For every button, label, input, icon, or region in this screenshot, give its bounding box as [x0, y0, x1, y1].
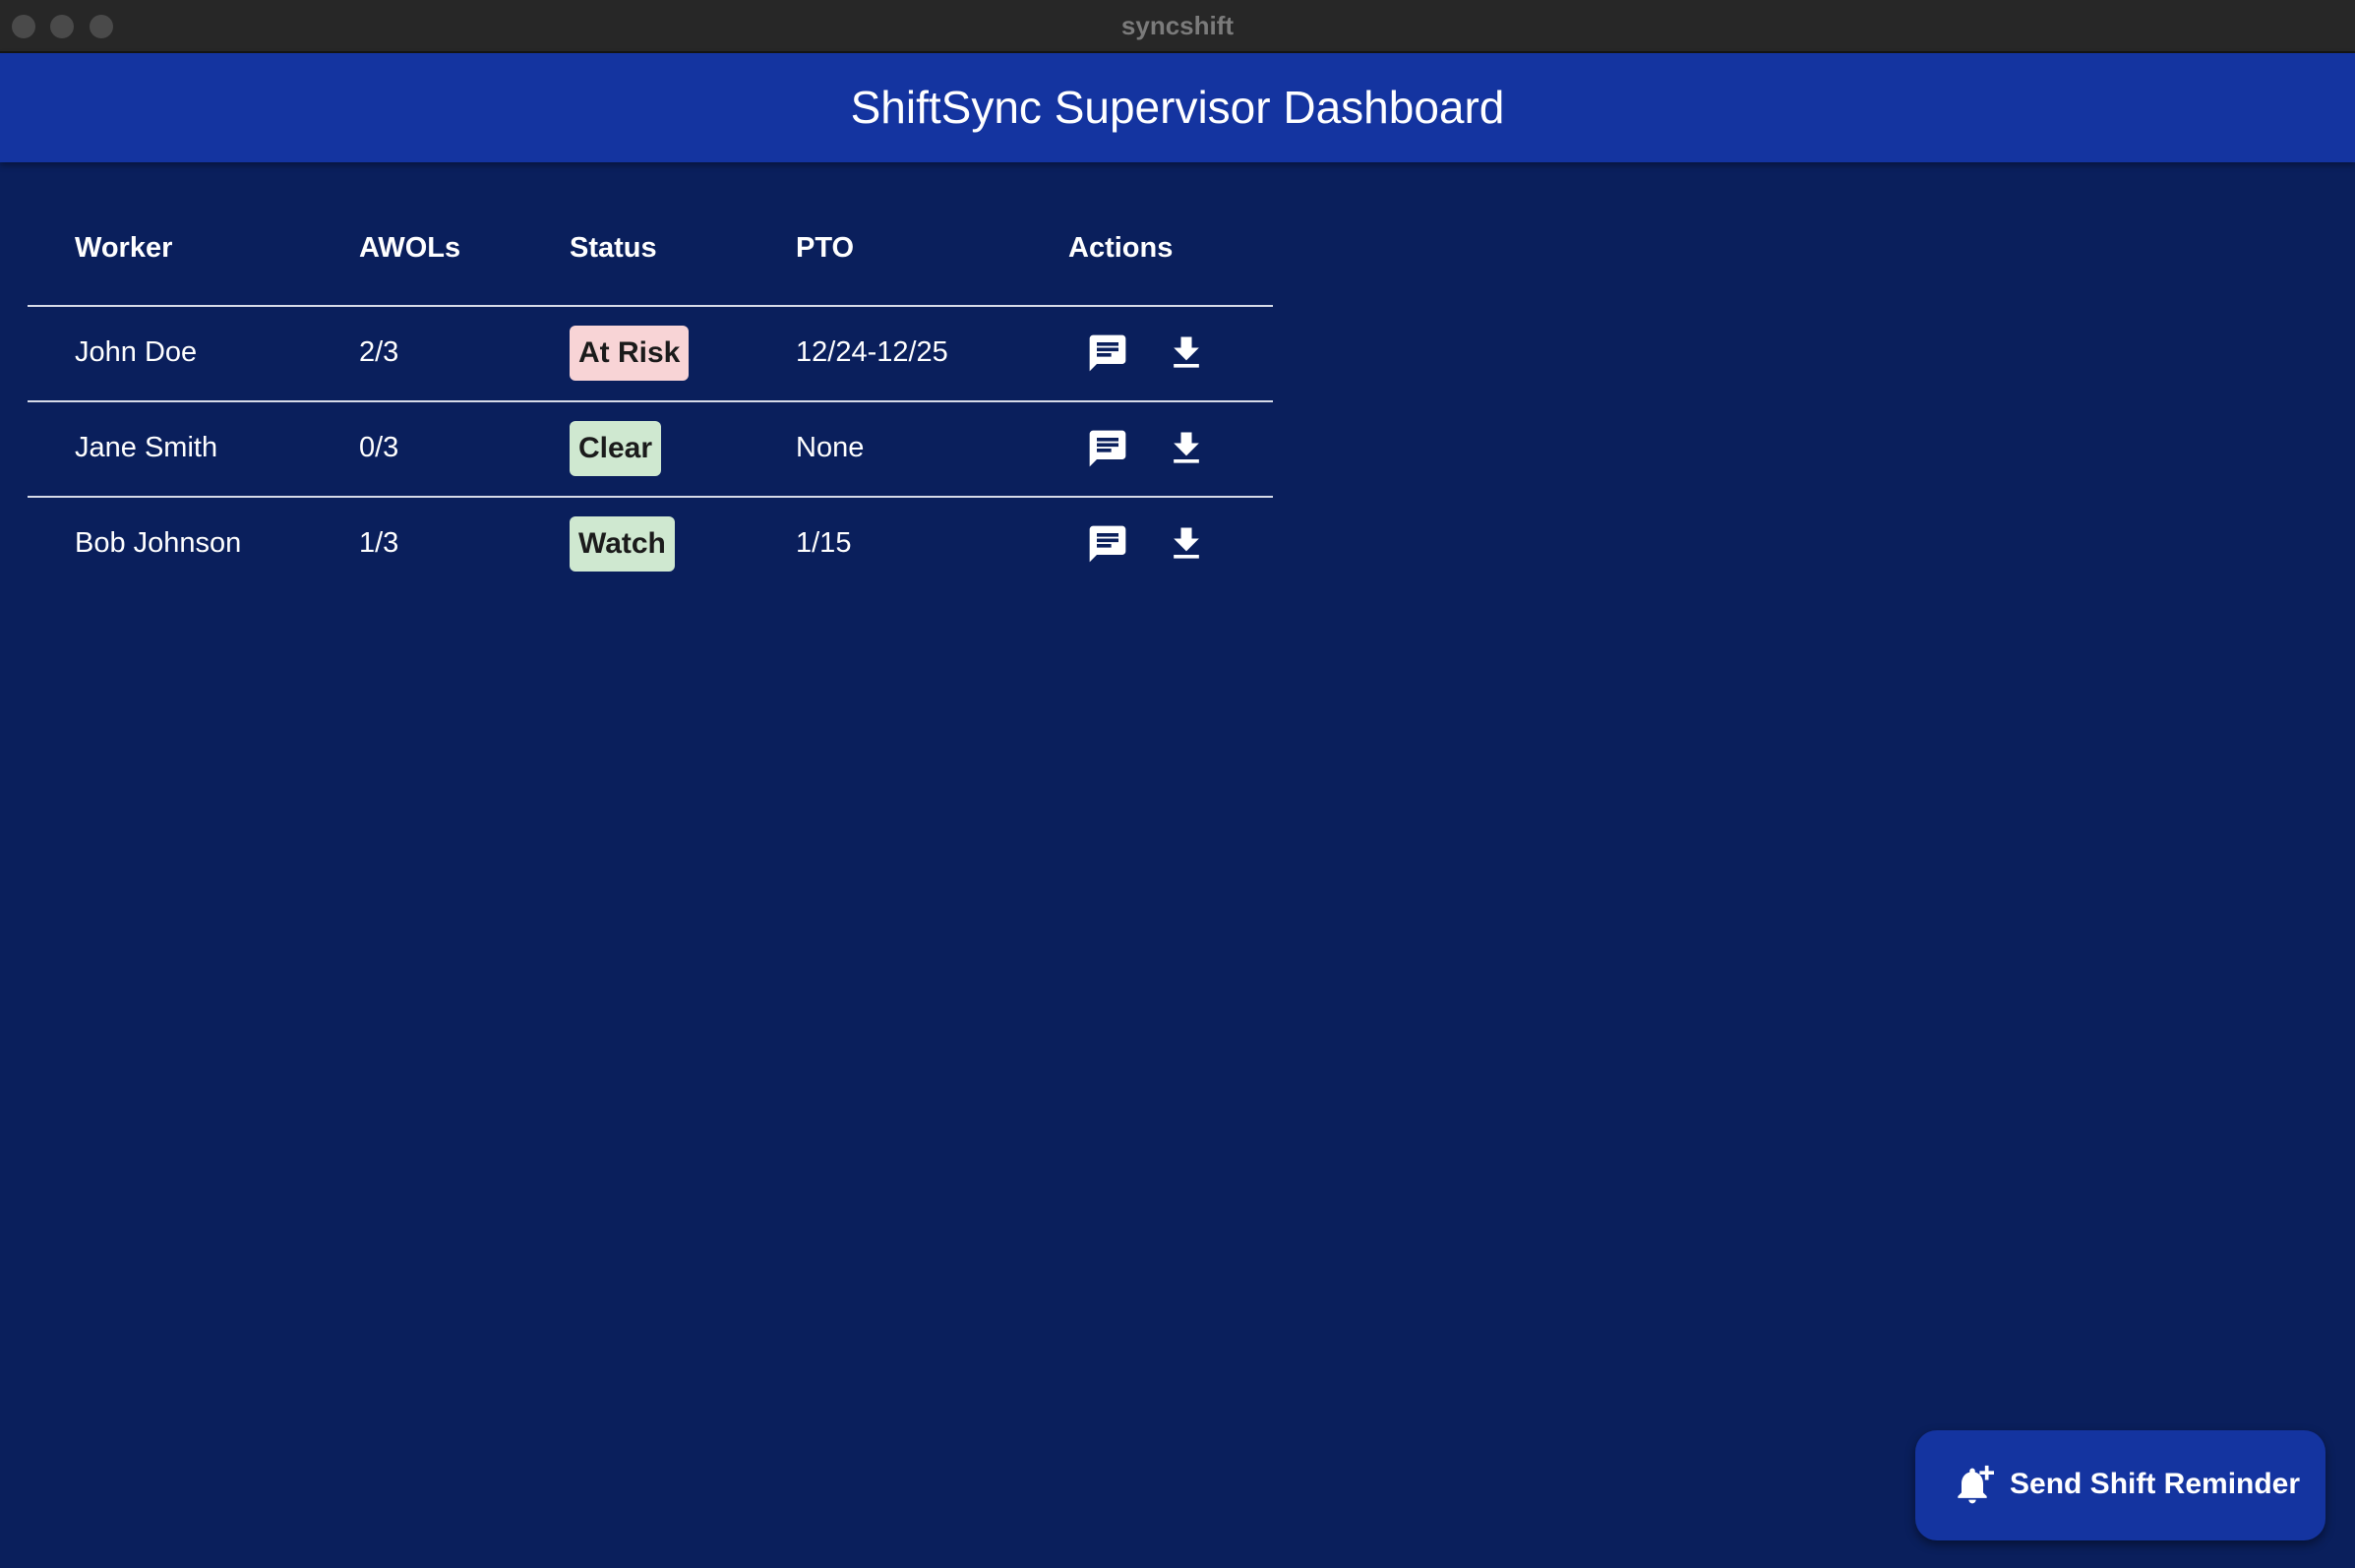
table-row: John Doe 2/3 At Risk 12/24-12/25: [28, 307, 1273, 402]
send-shift-reminder-label: Send Shift Reminder: [2010, 1468, 2301, 1500]
worker-name: Jane Smith: [75, 432, 218, 463]
download-icon: [1174, 432, 1199, 463]
message-icon: [1089, 334, 1126, 372]
download-icon: [1174, 527, 1199, 559]
bell-plus-icon: [1958, 1465, 1994, 1504]
app-window: syncshift ShiftSync Supervisor Dashboard…: [0, 0, 2355, 1568]
page-title: ShiftSync Supervisor Dashboard: [850, 82, 1505, 133]
send-shift-reminder-button[interactable]: Send Shift Reminder: [1915, 1430, 2325, 1540]
column-header-awols: AWOLs: [359, 232, 461, 264]
column-header-actions: Actions: [1068, 232, 1174, 264]
workers-table: Worker AWOLs Status PTO Actions John Doe…: [28, 197, 1273, 591]
worker-name: Bob Johnson: [75, 527, 242, 559]
pto-dates: None: [796, 432, 865, 463]
app-bar: ShiftSync Supervisor Dashboard: [0, 53, 2355, 162]
column-header-pto: PTO: [796, 232, 855, 264]
message-button[interactable]: [1083, 519, 1132, 569]
pto-dates: 12/24-12/25: [796, 336, 948, 368]
message-icon: [1089, 430, 1126, 467]
download-button[interactable]: [1162, 519, 1211, 569]
download-button[interactable]: [1162, 424, 1211, 473]
message-icon: [1089, 525, 1126, 563]
table-row: Jane Smith 0/3 Clear None: [28, 402, 1273, 498]
window-title: syncshift: [1120, 11, 1235, 40]
pto-dates: 1/15: [796, 527, 852, 559]
message-button[interactable]: [1083, 424, 1132, 473]
status-badge: Clear: [570, 421, 662, 476]
awol-count: 2/3: [359, 336, 399, 368]
awol-count: 1/3: [359, 527, 399, 559]
status-badge: Watch: [570, 516, 675, 572]
message-button[interactable]: [1083, 329, 1132, 378]
column-header-worker: Worker: [75, 232, 173, 264]
table-header: Worker AWOLs Status PTO Actions: [28, 197, 1273, 307]
awol-count: 0/3: [359, 432, 399, 463]
status-badge: At Risk: [570, 326, 690, 381]
window-titlebar: syncshift: [0, 0, 2355, 53]
download-button[interactable]: [1162, 329, 1211, 378]
download-icon: [1174, 336, 1199, 368]
table-row: Bob Johnson 1/3 Watch 1/15: [28, 498, 1273, 591]
column-header-status: Status: [570, 232, 657, 264]
worker-name: John Doe: [75, 336, 198, 368]
